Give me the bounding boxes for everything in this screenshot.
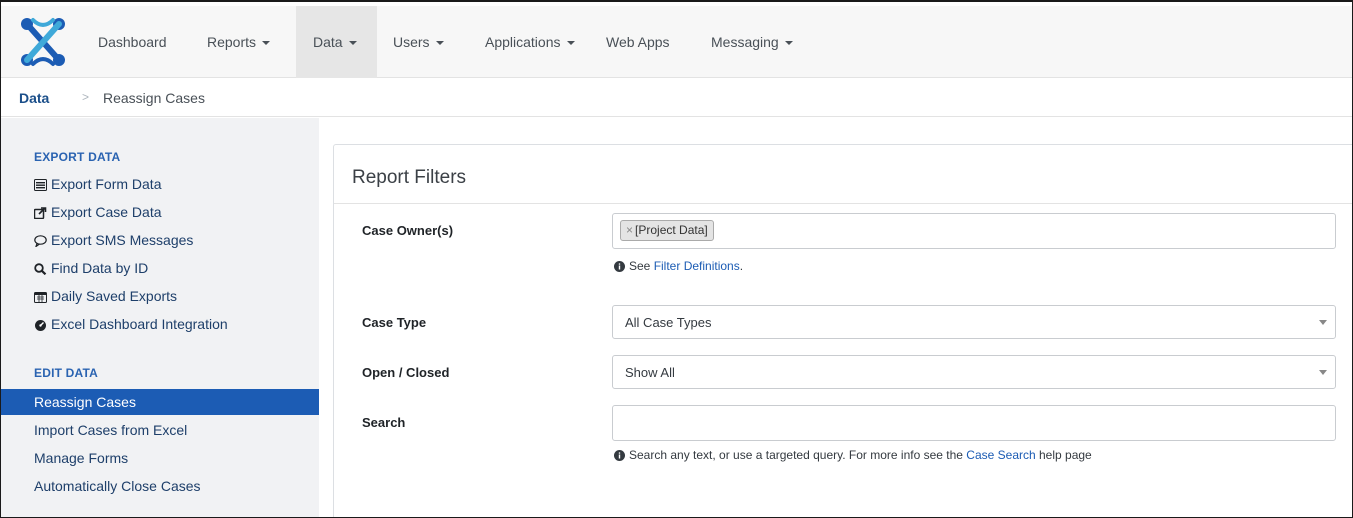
case-owner-multiselect[interactable]: × [Project Data] [612, 213, 1336, 249]
sidebar-item-label: Excel Dashboard Integration [51, 316, 228, 332]
chevron-down-icon [1319, 370, 1327, 375]
dashboard-gauge-icon [35, 320, 46, 331]
info-circle-icon [614, 450, 625, 461]
sidebar-item-daily-saved-exports[interactable]: Daily Saved Exports [34, 284, 177, 308]
case-owner-tag: × [Project Data] [620, 220, 714, 241]
tag-remove-icon[interactable]: × [626, 223, 633, 237]
filter-definitions-link[interactable]: Filter Definitions [654, 259, 740, 273]
nav-web-apps[interactable]: Web Apps [606, 6, 670, 78]
case-search-link[interactable]: Case Search [966, 448, 1035, 462]
caret-down-icon [566, 41, 575, 46]
search-label: Search [362, 415, 406, 430]
share-square-icon [33, 207, 47, 220]
nav-dashboard[interactable]: Dashboard [98, 6, 167, 78]
sidebar-item-label: Export SMS Messages [51, 232, 194, 248]
case-owner-tag-label: [Project Data] [635, 223, 708, 237]
commcare-logo-icon[interactable] [19, 16, 67, 68]
panel-title: Report Filters [352, 167, 467, 188]
case-type-label: Case Type [362, 315, 427, 330]
nav-users-label: Users [393, 34, 430, 50]
sidebar-item-label: Import Cases from Excel [34, 422, 188, 438]
nav-data[interactable]: Data [296, 6, 377, 78]
nav-users[interactable]: Users [393, 6, 444, 78]
sidebar-item-import-cases-from-excel[interactable]: Import Cases from Excel [34, 418, 187, 442]
sidebar-item-label: Reassign Cases [34, 394, 136, 410]
case-owner-help: See Filter Definitions. [614, 259, 743, 273]
search-input[interactable] [612, 405, 1336, 441]
search-help-prefix: Search any text, or use a targeted query… [629, 448, 967, 462]
top-navbar: Dashboard Reports Data Users Application… [1, 6, 1352, 78]
case-owner-help-prefix: See [629, 259, 654, 273]
panel-divider [334, 203, 1352, 204]
search-help-suffix: help page [1035, 448, 1092, 462]
app-frame: Dashboard Reports Data Users Application… [0, 0, 1353, 518]
sidebar-item-label: Manage Forms [34, 450, 129, 466]
sidebar-item-label: Automatically Close Cases [34, 478, 201, 494]
breadcrumb-separator: > [82, 90, 90, 104]
caret-down-icon [784, 41, 793, 46]
breadcrumb: Data > Reassign Cases [1, 79, 1352, 117]
sidebar-item-export-form-data[interactable]: Export Form Data [34, 172, 161, 196]
nav-applications[interactable]: Applications [485, 6, 575, 78]
info-circle-icon [614, 261, 625, 272]
chevron-down-icon [1319, 320, 1327, 325]
sidebar-item-label: Find Data by ID [51, 260, 149, 276]
sidebar-item-label: Export Case Data [51, 204, 162, 220]
sidebar-item-find-data-by-id[interactable]: Find Data by ID [34, 256, 148, 280]
comment-icon [34, 235, 47, 249]
calendar-icon [34, 292, 47, 303]
open-closed-select[interactable]: Show All [612, 355, 1336, 389]
nav-web-apps-label: Web Apps [606, 34, 670, 50]
search-icon [34, 263, 47, 276]
sidebar-item-export-case-data[interactable]: Export Case Data [33, 200, 162, 224]
open-closed-label: Open / Closed [362, 365, 450, 380]
nav-data-label: Data [313, 34, 343, 50]
report-filters-panel: Report Filters Case Owner(s) × [Project D… [333, 144, 1352, 517]
nav-reports[interactable]: Reports [207, 6, 271, 78]
sidebar-item-reassign-cases[interactable]: Reassign Cases [1, 389, 319, 415]
sidebar: EXPORT DATA Export Form Data Export Case… [1, 118, 319, 517]
sidebar-item-export-sms-messages[interactable]: Export SMS Messages [34, 228, 193, 252]
nav-applications-label: Applications [485, 34, 561, 50]
case-owner-label: Case Owner(s) [362, 223, 454, 238]
nav-dashboard-label: Dashboard [98, 34, 167, 50]
nav-messaging-label: Messaging [711, 34, 779, 50]
sidebar-item-label: Export Form Data [51, 176, 162, 192]
caret-down-icon [435, 41, 444, 46]
case-type-select[interactable]: All Case Types [612, 305, 1336, 339]
search-help: Search any text, or use a targeted query… [614, 448, 1092, 462]
sidebar-heading-edit: EDIT DATA [34, 366, 99, 380]
breadcrumb-root-link[interactable]: Data [19, 90, 49, 106]
sidebar-item-automatically-close-cases[interactable]: Automatically Close Cases [34, 474, 201, 498]
case-type-value: All Case Types [625, 315, 712, 330]
caret-down-icon [262, 41, 271, 46]
list-alt-icon [34, 179, 47, 191]
case-owner-help-suffix: . [739, 259, 744, 273]
nav-reports-label: Reports [207, 34, 257, 50]
sidebar-item-label: Daily Saved Exports [51, 288, 178, 304]
sidebar-item-manage-forms[interactable]: Manage Forms [34, 446, 128, 470]
sidebar-heading-export: EXPORT DATA [34, 150, 121, 164]
caret-down-icon [348, 41, 357, 46]
breadcrumb-current: Reassign Cases [103, 90, 205, 106]
nav-messaging[interactable]: Messaging [711, 6, 793, 78]
sidebar-item-excel-dashboard-integration[interactable]: Excel Dashboard Integration [34, 312, 228, 336]
open-closed-value: Show All [625, 365, 675, 380]
